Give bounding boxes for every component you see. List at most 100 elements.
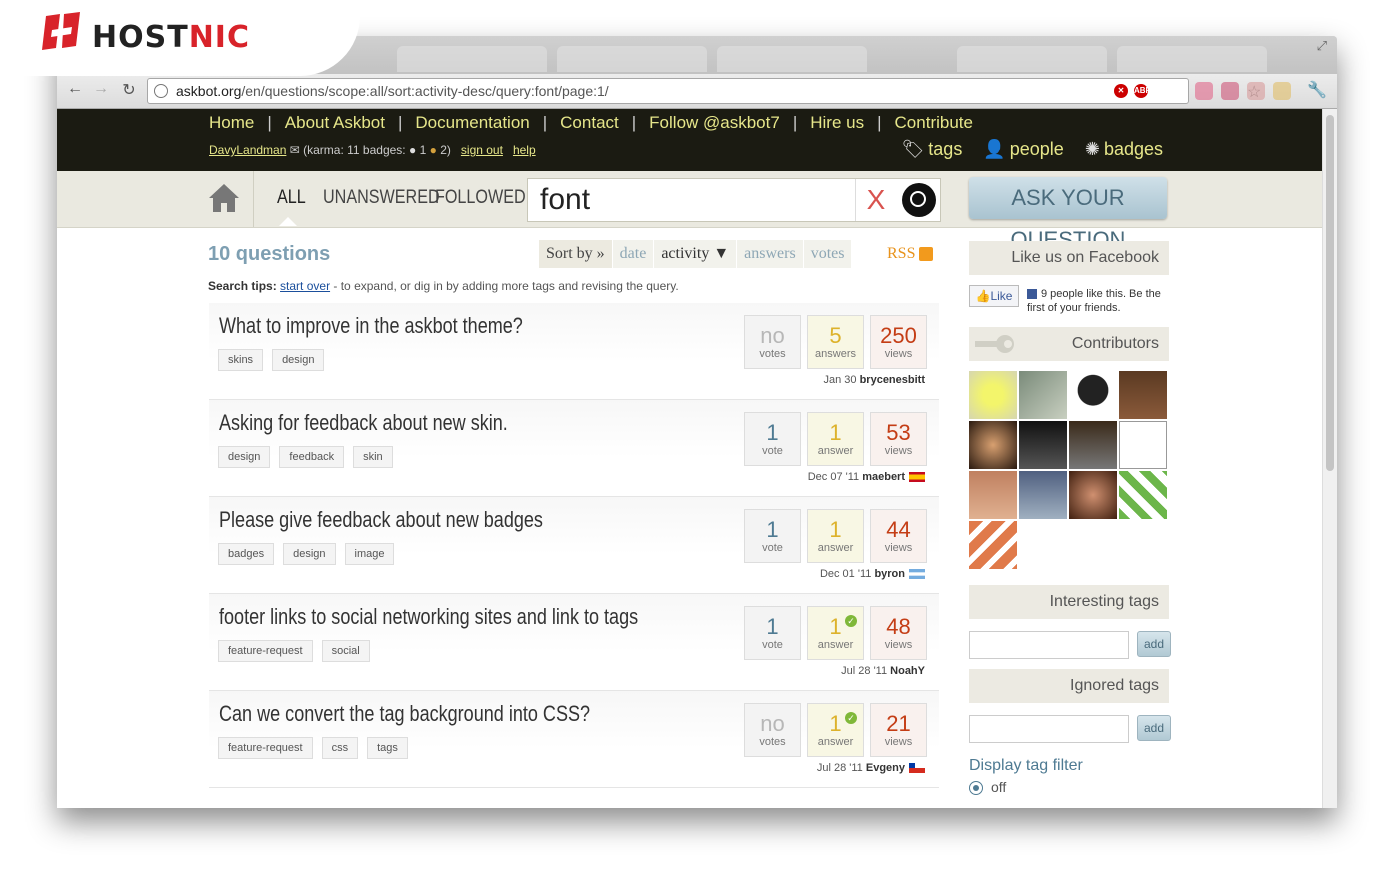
- accepted-check-icon: ✓: [845, 712, 857, 724]
- nav-documentation[interactable]: Documentation: [415, 113, 529, 132]
- avatar[interactable]: [1119, 471, 1167, 519]
- avatar[interactable]: [969, 371, 1017, 419]
- tag[interactable]: tags: [367, 737, 408, 759]
- avatar[interactable]: [1019, 421, 1067, 469]
- avatar[interactable]: [1119, 421, 1167, 469]
- avatar[interactable]: [969, 421, 1017, 469]
- url-host: askbot.org: [176, 83, 242, 99]
- tag[interactable]: design: [283, 543, 336, 565]
- tag[interactable]: skin: [353, 446, 393, 468]
- avatar[interactable]: [969, 521, 1017, 569]
- sort-date[interactable]: date: [612, 240, 654, 268]
- scrollbar[interactable]: [1322, 109, 1337, 808]
- add-interesting-tag-button[interactable]: add: [1137, 631, 1171, 657]
- tag[interactable]: design: [272, 349, 325, 371]
- nav-hire-us[interactable]: Hire us: [810, 113, 864, 132]
- tag[interactable]: feature-request: [218, 737, 313, 759]
- tag-filter-off-option[interactable]: off: [969, 779, 1169, 796]
- author-link[interactable]: maebert: [862, 471, 905, 483]
- browser-tab[interactable]: [717, 46, 867, 72]
- tag[interactable]: design: [218, 446, 271, 468]
- fullscreen-icon[interactable]: ⤢: [1317, 38, 1327, 54]
- author-link[interactable]: brycenesbitt: [860, 374, 925, 386]
- scope-unanswered[interactable]: UNANSWERED: [323, 187, 440, 209]
- question-meta: Dec 07 '11 maebert: [808, 471, 925, 483]
- clear-search-button[interactable]: X: [855, 179, 896, 221]
- author-link[interactable]: byron: [874, 568, 905, 580]
- avatar[interactable]: [1069, 471, 1117, 519]
- sign-out-link[interactable]: sign out: [461, 143, 503, 157]
- sort-answers[interactable]: answers: [737, 240, 803, 268]
- question-title[interactable]: What to improve in the askbot theme?: [219, 313, 523, 339]
- address-bar[interactable]: askbot.org/en/questions/scope:all/sort:a…: [147, 78, 1261, 104]
- globe-icon: [154, 84, 168, 98]
- help-link[interactable]: help: [513, 143, 536, 157]
- facebook-icon: [1027, 289, 1037, 300]
- tag[interactable]: image: [344, 543, 395, 565]
- add-ignored-tag-button[interactable]: add: [1137, 715, 1171, 741]
- reload-icon[interactable]: ↻: [119, 80, 139, 100]
- envelope-icon[interactable]: ✉: [290, 143, 300, 157]
- avatar[interactable]: [1069, 421, 1117, 469]
- nav-about[interactable]: About Askbot: [285, 113, 385, 132]
- avatar[interactable]: [1019, 471, 1067, 519]
- facebook-like-button[interactable]: 👍Like: [969, 285, 1019, 307]
- badges-link[interactable]: ✺ badges: [1085, 139, 1163, 159]
- question-title[interactable]: Asking for feedback about new skin.: [219, 410, 508, 436]
- block-extension-icon[interactable]: ✕: [1114, 84, 1128, 98]
- people-link[interactable]: 👤 people: [983, 139, 1063, 159]
- tag[interactable]: skins: [218, 349, 264, 371]
- author-link[interactable]: Evgeny: [866, 762, 905, 774]
- tag-list: feature-request social: [218, 640, 379, 662]
- nav-contribute[interactable]: Contribute: [895, 113, 973, 132]
- scrollbar-thumb[interactable]: [1326, 115, 1334, 471]
- browser-tab[interactable]: [397, 46, 547, 72]
- tags-link[interactable]: 🏷 tags: [901, 139, 962, 159]
- search-input[interactable]: [538, 182, 862, 218]
- tag[interactable]: social: [321, 640, 370, 662]
- view-count: 44 views: [870, 509, 927, 563]
- ask-question-button[interactable]: ASK YOUR QUESTION: [969, 177, 1167, 252]
- scope-followed[interactable]: FOLLOWED: [435, 187, 526, 209]
- extension-icon[interactable]: [1221, 82, 1239, 100]
- adblock-icon[interactable]: ABP: [1134, 84, 1151, 98]
- avatar[interactable]: [1019, 371, 1067, 419]
- tag[interactable]: feedback: [279, 446, 345, 468]
- extension-icon[interactable]: [1247, 82, 1265, 100]
- tag[interactable]: feature-request: [218, 640, 313, 662]
- question-title[interactable]: Please give feedback about new badges: [219, 507, 543, 533]
- vote-count: 1 vote: [744, 606, 801, 660]
- extension-icon[interactable]: [1273, 82, 1291, 100]
- browser-tab[interactable]: [957, 46, 1107, 72]
- home-icon[interactable]: [207, 181, 241, 215]
- scope-all[interactable]: ALL: [277, 187, 306, 209]
- extension-icon[interactable]: [1195, 82, 1213, 100]
- question-title[interactable]: footer links to social networking sites …: [219, 604, 638, 630]
- nav-contact[interactable]: Contact: [560, 113, 619, 132]
- avatar[interactable]: [1069, 371, 1117, 419]
- sort-votes[interactable]: votes: [803, 240, 852, 268]
- ignored-tags-input[interactable]: [969, 715, 1129, 743]
- tag[interactable]: badges: [218, 543, 275, 565]
- browser-tab[interactable]: [1117, 46, 1267, 72]
- avatar[interactable]: [1119, 371, 1167, 419]
- question-title[interactable]: Can we convert the tag background into C…: [219, 701, 590, 727]
- nav-home[interactable]: Home: [209, 113, 254, 132]
- start-over-link[interactable]: start over: [280, 279, 330, 293]
- search-icon[interactable]: [902, 183, 936, 217]
- author-link[interactable]: NoahY: [890, 665, 925, 677]
- rss-link[interactable]: RSS: [887, 245, 934, 263]
- interesting-tags-input[interactable]: [969, 631, 1129, 659]
- radio-selected-icon[interactable]: [969, 781, 983, 796]
- tag[interactable]: css: [321, 737, 359, 759]
- wrench-icon[interactable]: 🔧: [1307, 80, 1327, 100]
- sort-activity[interactable]: activity ▼: [654, 240, 737, 268]
- avatar[interactable]: [969, 471, 1017, 519]
- username-link[interactable]: DavyLandman: [209, 143, 286, 157]
- forward-icon[interactable]: →: [91, 80, 111, 98]
- nav-follow[interactable]: Follow @askbot7: [649, 113, 780, 132]
- toolbar: ← → ↻ askbot.org/en/questions/scope:all/…: [57, 74, 1337, 109]
- back-icon[interactable]: ←: [65, 80, 85, 98]
- browser-tab[interactable]: [557, 46, 707, 72]
- question-item: Please give feedback about new badges ba…: [209, 497, 939, 594]
